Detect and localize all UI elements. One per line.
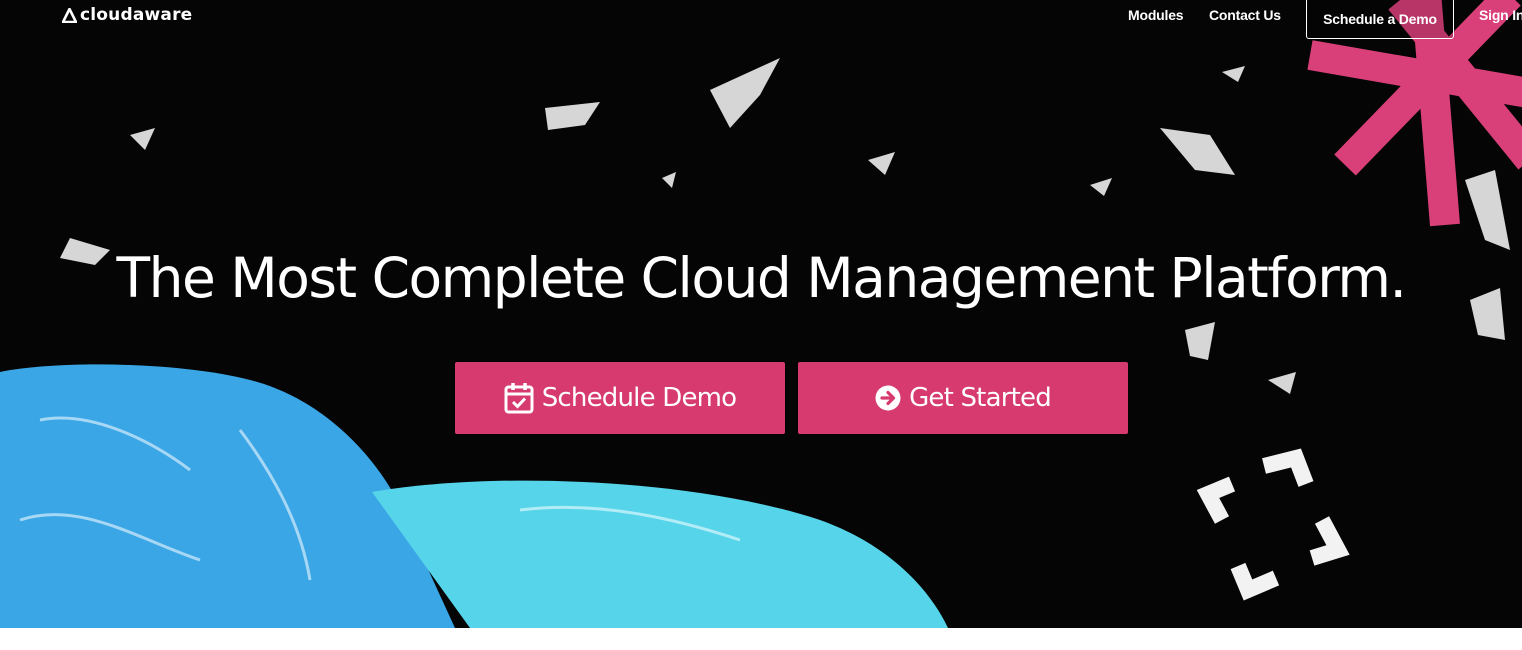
hero-section: cloudaware Modules Contact Us Schedule a… <box>0 0 1522 628</box>
texture-highlights <box>60 58 1510 394</box>
schedule-a-demo-button[interactable]: Schedule a Demo <box>1306 0 1454 39</box>
nav-link-sign-in[interactable]: Sign In <box>1479 7 1522 23</box>
get-started-label: Get Started <box>909 383 1052 413</box>
cyan-shape <box>372 480 948 628</box>
cloudaware-logo[interactable]: cloudaware <box>62 4 192 26</box>
triangle-logo-icon <box>62 7 77 23</box>
nav-link-modules[interactable]: Modules <box>1128 7 1184 23</box>
schedule-demo-button[interactable]: Schedule Demo <box>455 362 785 434</box>
calendar-check-icon <box>504 383 534 414</box>
schedule-demo-label: Schedule Demo <box>541 383 737 413</box>
hero-background <box>0 0 1522 628</box>
nav-link-contact-us[interactable]: Contact Us <box>1209 7 1281 23</box>
arrow-circle-right-icon <box>875 385 901 411</box>
hero-headline: The Most Complete Cloud Management Platf… <box>116 246 1407 310</box>
bracket-shape <box>1196 448 1350 601</box>
logo-text: cloudaware <box>80 5 193 25</box>
top-navbar: cloudaware Modules Contact Us Schedule a… <box>0 0 1522 40</box>
get-started-button[interactable]: Get Started <box>798 362 1128 434</box>
